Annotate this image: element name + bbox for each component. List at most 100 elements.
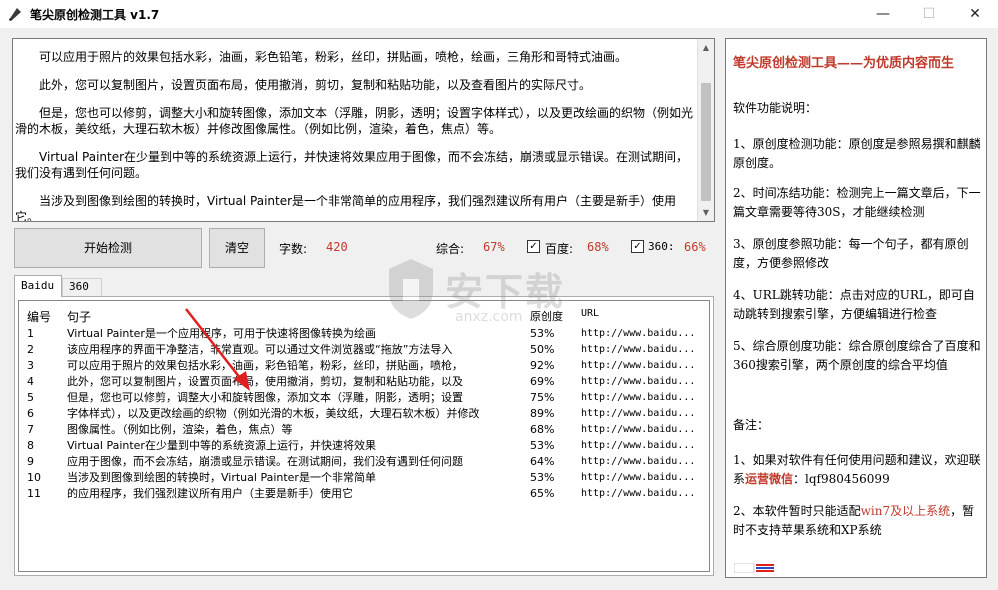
row-url-link[interactable]: http://www.baidu...: [581, 486, 695, 502]
so360-checkbox[interactable]: ✓: [631, 240, 644, 253]
feature-5: 5、综合原创度功能：综合原创度综合了百度和360搜索引擎，两个原创度的综合平均值: [733, 339, 981, 372]
info-intro: 软件功能说明：: [733, 101, 818, 115]
row-num: 11: [27, 487, 41, 500]
row-url-link[interactable]: http://www.baidu...: [581, 470, 695, 486]
row-num: 7: [27, 423, 34, 436]
row-num: 1: [27, 327, 34, 340]
info-panel: 笔尖原创检测工具——为优质内容而生 软件功能说明： 1、原创度检测功能：原创度是…: [725, 38, 987, 578]
article-text: 可以应用于照片的效果包括水彩，油画，彩色铅笔，粉彩，丝印，拼贴画，喷枪，绘画，三…: [15, 49, 694, 222]
row-num: 10: [27, 471, 41, 484]
table-row[interactable]: 2 该应用程序的界面干净整洁，非常直观。可以通过文件浏览器或“拖放”方法导入 5…: [19, 342, 709, 358]
row-score: 69%: [530, 375, 555, 388]
so360-value: 66%: [684, 240, 706, 254]
row-sentence: 字体样式），以及更改绘画的织物（例如光滑的木板，美纹纸，大理石软木板）并修改: [67, 407, 480, 420]
article-paragraph: 当涉及到图像到绘图的转换时，Virtual Painter是一个非常简单的应用程…: [15, 194, 677, 222]
result-list[interactable]: 编号 句子 原创度 URL 1 Virtual Painter是一个应用程序，可…: [18, 300, 710, 572]
table-row[interactable]: 3 可以应用于照片的效果包括水彩，油画，彩色铅笔，粉彩，丝印，拼贴画，喷枪， 9…: [19, 358, 709, 374]
row-url-link[interactable]: http://www.baidu...: [581, 422, 695, 438]
table-row[interactable]: 9 应用于图像，而不会冻结，崩溃或显示错误。在测试期间，我们没有遇到任何问题 6…: [19, 454, 709, 470]
row-url-link[interactable]: http://www.baidu...: [581, 390, 695, 406]
baidu-checkbox[interactable]: ✓: [527, 240, 540, 253]
article-paragraph: Virtual Painter在少量到中等的系统资源上运行，并快速将效果应用于图…: [15, 150, 689, 180]
table-row[interactable]: 6 字体样式），以及更改绘画的织物（例如光滑的木板，美纹纸，大理石软木板）并修改…: [19, 406, 709, 422]
column-header-num[interactable]: 编号: [27, 308, 51, 325]
editor-scrollbar[interactable]: ▲ ▼: [697, 39, 714, 221]
row-score: 64%: [530, 455, 555, 468]
row-sentence: 此外，您可以复制图片，设置页面布局，使用撤消，剪切，复制和粘贴功能，以及: [67, 375, 463, 388]
article-paragraph: 但是，您也可以修剪，调整大小和旋转图像，添加文本（浮雕，阴影，透明；设置字体样式…: [15, 106, 694, 136]
title-bar: 笔尖原创检测工具 v1.7 — ☐ ✕: [0, 0, 998, 28]
row-url-link[interactable]: http://www.baidu...: [581, 342, 695, 358]
row-url-link[interactable]: http://www.baidu...: [581, 438, 695, 454]
row-score: 65%: [530, 487, 555, 500]
row-sentence: Virtual Painter在少量到中等的系统资源上运行，并快速将效果: [67, 439, 376, 452]
row-url-link[interactable]: http://www.baidu...: [581, 406, 695, 422]
red-arrow-icon: [185, 308, 250, 391]
app-logo-icon: [9, 8, 21, 21]
row-sentence: 但是，您也可以修剪，调整大小和旋转图像，添加文本（浮雕，阴影，透明；设置: [67, 391, 463, 404]
close-button[interactable]: ✕: [952, 0, 998, 28]
row-num: 9: [27, 455, 34, 468]
row-num: 8: [27, 439, 34, 452]
row-score: 89%: [530, 407, 555, 420]
note-2: 2、本软件暂时只能适配win7及以上系统，暂时不支持苹果系统和XP系统: [733, 502, 983, 540]
scroll-down-icon[interactable]: ▼: [698, 204, 714, 221]
watermark: 安下载 anxz.com: [385, 255, 625, 335]
feature-2: 2、时间冻结功能：检测完上一篇文章后，下一篇文章需要等待30S，才能继续检测: [733, 186, 981, 219]
row-sentence: 当涉及到图像到绘图的转换时，Virtual Painter是一个非常简单: [67, 471, 376, 484]
row-score: 92%: [530, 359, 555, 372]
row-num: 3: [27, 359, 34, 372]
minimize-button[interactable]: —: [860, 0, 906, 28]
word-count-label: 字数:: [279, 242, 308, 256]
maximize-button[interactable]: ☐: [906, 0, 952, 28]
row-sentence: 图像属性。（例如比例，渲染，着色，焦点）等: [67, 423, 293, 436]
table-row[interactable]: 4 此外，您可以复制图片，设置页面布局，使用撤消，剪切，复制和粘贴功能，以及 6…: [19, 374, 709, 390]
system-requirement: win7及以上系统: [860, 504, 951, 518]
row-sentence: 的应用程序，我们强烈建议所有用户（主要是新手）使用它: [67, 487, 353, 500]
table-row[interactable]: 8 Virtual Painter在少量到中等的系统资源上运行，并快速将效果 5…: [19, 438, 709, 454]
feature-3: 3、原创度参照功能：每一个句子，都有原创度，方便参照修改: [733, 237, 969, 270]
row-sentence: 应用于图像，而不会冻结，崩溃或显示错误。在测试期间，我们没有遇到任何问题: [67, 455, 463, 468]
window-title: 笔尖原创检测工具 v1.7: [30, 8, 160, 22]
info-title: 笔尖原创检测工具——为优质内容而生: [733, 56, 955, 71]
row-num: 5: [27, 391, 34, 404]
wechat-id: ：lqf980456099: [793, 472, 890, 486]
row-score: 75%: [530, 391, 555, 404]
watermark-subtext: anxz.com: [455, 309, 523, 325]
tab-baidu[interactable]: Baidu: [14, 275, 62, 297]
row-score: 53%: [530, 471, 555, 484]
table-row[interactable]: 10 当涉及到图像到绘图的转换时，Virtual Painter是一个非常简单 …: [19, 470, 709, 486]
article-paragraph: 可以应用于照片的效果包括水彩，油画，彩色铅笔，粉彩，丝印，拼贴画，喷枪，绘画，三…: [39, 50, 628, 64]
language-badge-icon: [734, 563, 774, 573]
clear-button[interactable]: 清空: [209, 228, 265, 268]
so360-label: 360:: [648, 240, 675, 253]
column-header-sentence[interactable]: 句子: [67, 308, 91, 325]
row-url-link[interactable]: http://www.baidu...: [581, 454, 695, 470]
row-sentence: 可以应用于照片的效果包括水彩，油画，彩色铅笔，粉彩，丝印，拼贴画，喷枪，: [67, 359, 463, 372]
row-num: 2: [27, 343, 34, 356]
table-row[interactable]: 11 的应用程序，我们强烈建议所有用户（主要是新手）使用它 65% http:/…: [19, 486, 709, 502]
table-row[interactable]: 5 但是，您也可以修剪，调整大小和旋转图像，添加文本（浮雕，阴影，透明；设置 7…: [19, 390, 709, 406]
article-input[interactable]: 可以应用于照片的效果包括水彩，油画，彩色铅笔，粉彩，丝印，拼贴画，喷枪，绘画，三…: [12, 38, 715, 222]
scrollbar-thumb[interactable]: [701, 83, 711, 201]
row-score: 68%: [530, 423, 555, 436]
table-row[interactable]: 7 图像属性。（例如比例，渲染，着色，焦点）等 68% http://www.b…: [19, 422, 709, 438]
row-score: 50%: [530, 343, 555, 356]
tab-360[interactable]: 360: [62, 278, 102, 297]
feature-1: 1、原创度检测功能：原创度是参照易撰和麒麟原创度。: [733, 137, 981, 170]
row-num: 4: [27, 375, 34, 388]
word-count-value: 420: [326, 240, 348, 254]
feature-4: 4、URL跳转功能：点击对应的URL，即可自动跳转到搜索引擎，方便编辑进行检查: [733, 288, 975, 321]
row-score: 53%: [530, 439, 555, 452]
row-url-link[interactable]: http://www.baidu...: [581, 374, 695, 390]
overall-value: 67%: [483, 240, 505, 254]
scroll-up-icon[interactable]: ▲: [698, 39, 714, 56]
article-paragraph: 此外，您可以复制图片，设置页面布局，使用撤消，剪切，复制和粘贴功能，以及查看图片…: [39, 78, 592, 92]
watermark-text: 安下载: [445, 270, 566, 314]
wechat-label: 运营微信: [745, 472, 794, 486]
start-detect-button[interactable]: 开始检测: [14, 228, 202, 268]
note-1: 1、如果对软件有任何使用问题和建议，欢迎联系运营微信：lqf980456099: [733, 451, 983, 489]
note-2-text: 2、本软件暂时只能适配: [733, 504, 861, 518]
row-num: 6: [27, 407, 34, 420]
row-url-link[interactable]: http://www.baidu...: [581, 358, 695, 374]
